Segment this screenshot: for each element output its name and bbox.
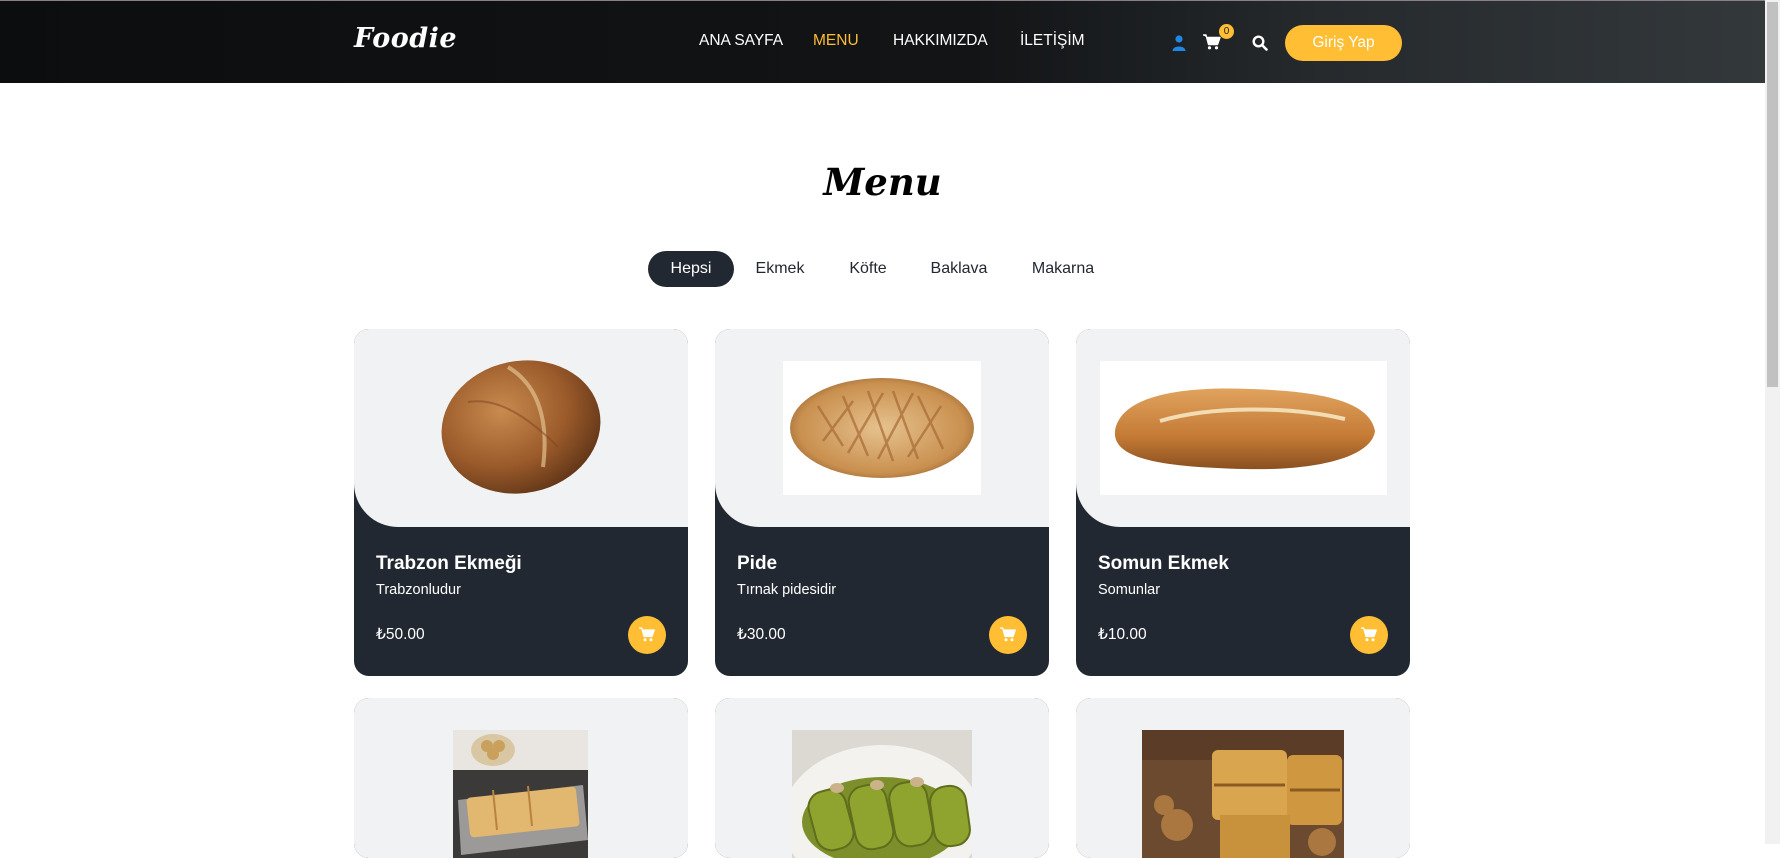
cart-icon [639,627,655,642]
product-image-box [354,698,688,858]
filter-kofte[interactable]: Köfte [836,251,900,287]
filter-baklava[interactable]: Baklava [922,251,996,287]
product-image-pistachio-sarma [792,730,972,858]
brand-logo[interactable]: Foodie [354,23,457,54]
product-price: ₺50.00 [376,626,425,643]
search-icon[interactable] [1252,35,1268,51]
product-description: Trabzonludur [376,582,461,598]
product-card [715,698,1049,858]
page-scrollbar[interactable] [1765,0,1780,844]
filter-hepsi[interactable]: Hepsi [648,251,734,287]
product-image-box [1076,698,1410,858]
product-description: Somunlar [1098,582,1161,598]
product-price: ₺10.00 [1098,626,1147,643]
add-to-cart-button[interactable] [1350,616,1388,654]
scrollbar-thumb[interactable] [1767,2,1778,387]
cart-icon [1000,627,1016,642]
product-image-box [1076,329,1410,527]
product-image-box [715,698,1049,858]
page-title: Menu [823,160,942,204]
product-name: Somun Ekmek [1098,553,1229,574]
product-card: Pide Tırnak pidesidir ₺30.00 [715,329,1049,676]
user-icon[interactable] [1172,35,1186,51]
product-description: Tırnak pidesidir [737,582,837,598]
add-to-cart-button[interactable] [628,616,666,654]
nav-iletisim[interactable]: İLETİŞİM [1020,32,1085,50]
product-image-baklava-tray [453,730,588,858]
product-card [1076,698,1410,858]
nav-hakkimizda[interactable]: HAKKIMIZDA [893,32,988,50]
product-image-round-bread [441,360,601,494]
cart-count-badge: 0 [1219,24,1234,39]
product-card: Trabzon Ekmeği Trabzonludur ₺50.00 [354,329,688,676]
nav-ana-sayfa[interactable]: ANA SAYFA [699,32,783,50]
filter-makarna[interactable]: Makarna [1024,251,1102,287]
product-name: Pide [737,553,778,574]
cart-icon [1361,627,1377,642]
product-image-box [354,329,688,527]
cart-icon[interactable] [1203,34,1221,50]
product-image-pide [783,361,981,495]
nav-menu[interactable]: MENU [813,32,859,50]
login-button[interactable]: Giriş Yap [1285,25,1402,61]
filter-ekmek[interactable]: Ekmek [744,251,816,287]
product-image-somun-loaf [1100,361,1387,495]
product-name: Trabzon Ekmeği [376,553,522,574]
product-price: ₺30.00 [737,626,786,643]
product-card [354,698,688,858]
product-card: Somun Ekmek Somunlar ₺10.00 [1076,329,1410,676]
site-header: Foodie ANA SAYFA MENU HAKKIMIZDA İLETİŞİ… [0,0,1765,83]
add-to-cart-button[interactable] [989,616,1027,654]
product-image-box [715,329,1049,527]
product-image-walnut-baklava [1142,730,1344,858]
